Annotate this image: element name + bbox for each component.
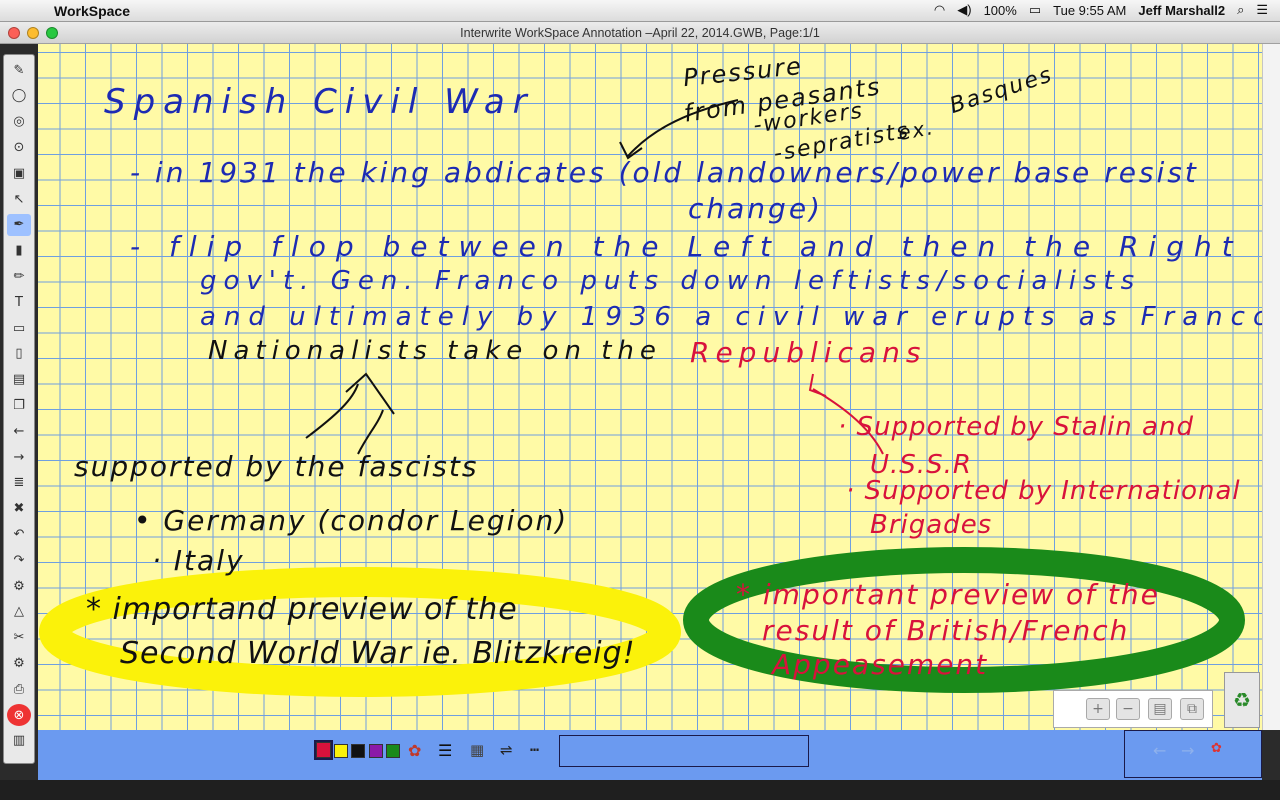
dash-style-icon[interactable]: ┅ bbox=[530, 741, 539, 759]
note-line-5a: Nationalists take on the bbox=[208, 336, 662, 366]
delete-icon[interactable]: ✖ bbox=[7, 498, 31, 520]
recycle-button[interactable]: ♻ bbox=[1224, 672, 1260, 728]
zoom-window-button[interactable] bbox=[46, 27, 58, 39]
red-note-line-1: · Supported by Stalin and bbox=[838, 412, 1194, 442]
tools-icon[interactable]: ✂ bbox=[7, 627, 31, 649]
shapes-icon[interactable]: △ bbox=[7, 601, 31, 623]
eraser-icon[interactable]: ▭ bbox=[7, 317, 31, 339]
note-line-1: - in 1931 the king abdicates (old landow… bbox=[130, 156, 1199, 189]
note-line-1b: change) bbox=[688, 192, 823, 225]
color-swatch[interactable] bbox=[314, 740, 333, 760]
vertical-scrollbar[interactable] bbox=[1262, 44, 1280, 730]
page-options-icon[interactable]: ✿ bbox=[1211, 741, 1222, 756]
properties-icon[interactable]: ⚙ bbox=[7, 575, 31, 597]
duplicate-page-icon[interactable]: ❐ bbox=[7, 394, 31, 416]
wifi-icon[interactable]: ◠ bbox=[934, 2, 945, 18]
color-swatch[interactable] bbox=[333, 744, 348, 758]
color-swatch[interactable] bbox=[351, 744, 365, 758]
undo-icon[interactable]: ↶ bbox=[7, 523, 31, 545]
redo-icon[interactable]: ↷ bbox=[7, 549, 31, 571]
zoom-controls-panel: + − ▤ ⧉ bbox=[1053, 690, 1213, 728]
battery-icon[interactable]: ▭ bbox=[1029, 2, 1041, 18]
battery-percent[interactable]: 100% bbox=[984, 3, 1017, 18]
yellow-note-line-1: * importand preview of the bbox=[86, 592, 518, 627]
green-note-line-3: Appeasement bbox=[772, 648, 989, 681]
green-note-line-2: result of British/French bbox=[762, 614, 1130, 647]
color-picker-icon[interactable]: ✿ bbox=[408, 741, 421, 760]
back-arrow-icon[interactable]: ← bbox=[7, 420, 31, 442]
window-title: Interwrite WorkSpace Annotation –April 2… bbox=[460, 26, 820, 40]
note-germany: • Germany (condor Legion) bbox=[134, 504, 569, 537]
line-width-icon[interactable]: ☰ bbox=[438, 741, 452, 760]
window-title-bar: Interwrite WorkSpace Annotation –April 2… bbox=[0, 22, 1280, 44]
note-line-4: and ultimately by 1936 a civil war erupt… bbox=[200, 302, 1262, 332]
save-icon[interactable]: ▣ bbox=[7, 162, 31, 184]
marker-icon[interactable]: ✏ bbox=[7, 265, 31, 287]
note-fascists: supported by the fascists bbox=[74, 450, 479, 483]
print-icon[interactable]: ⎙ bbox=[7, 678, 31, 700]
minimize-window-button[interactable] bbox=[27, 27, 39, 39]
volume-icon[interactable]: ◀) bbox=[957, 2, 971, 18]
circle-down-icon[interactable]: ◎ bbox=[7, 111, 31, 133]
color-swatch[interactable] bbox=[386, 744, 400, 758]
arrow-to-nationalists bbox=[305, 383, 359, 439]
capture-icon[interactable]: ▥ bbox=[7, 730, 31, 752]
page-navigation-box: ← → ✿ bbox=[1124, 730, 1262, 778]
line-preview-box[interactable] bbox=[559, 735, 809, 767]
zoom-in-button[interactable]: + bbox=[1086, 698, 1110, 720]
app-menu[interactable]: WorkSpace bbox=[54, 3, 130, 19]
yellow-note-line-2: Second World War ie. Blitzkreig! bbox=[120, 636, 636, 671]
horizontal-scrollbar[interactable] bbox=[0, 780, 1280, 800]
user-menu[interactable]: Jeff Marshall2 bbox=[1138, 3, 1225, 18]
menu-bar: WorkSpace ◠ ◀) 100% ▭ Tue 9:55 AM Jeff M… bbox=[0, 0, 1280, 22]
pen-palette-icon[interactable]: ✎ bbox=[7, 59, 31, 81]
notification-center-icon[interactable]: ☰ bbox=[1256, 2, 1268, 18]
mouse-icon[interactable]: ⊙ bbox=[7, 136, 31, 158]
select-arrow-icon[interactable]: ↖ bbox=[7, 188, 31, 210]
color-swatch[interactable] bbox=[368, 744, 383, 758]
fill-icon[interactable]: ▦ bbox=[470, 741, 484, 759]
note-line-5b: Republicans bbox=[690, 336, 927, 369]
recycle-icon: ♻ bbox=[1233, 688, 1251, 712]
close-window-button[interactable] bbox=[8, 27, 20, 39]
next-page-arrow-icon[interactable]: → bbox=[1181, 741, 1194, 760]
page-list-icon[interactable]: ▤ bbox=[7, 369, 31, 391]
page-edit-icon[interactable]: ▤ bbox=[1148, 698, 1172, 720]
window-controls bbox=[8, 27, 58, 39]
pen-icon[interactable]: ✒ bbox=[7, 213, 31, 236]
list-icon[interactable]: ≣ bbox=[7, 472, 31, 494]
previous-page-arrow-icon[interactable]: ← bbox=[1153, 741, 1166, 760]
note-line-2: - flip flop between the Left and then th… bbox=[130, 230, 1262, 263]
line-style-icon[interactable]: ⇌ bbox=[500, 741, 513, 759]
red-note-line-3: · Supported by International bbox=[846, 476, 1241, 506]
highlighter-icon[interactable]: ▮ bbox=[7, 240, 31, 262]
left-toolbar: ✎ ◯ ◎ ⊙ ▣ ↖ ✒ ▮ ✏ T ▭ ▯ ▤ ❐ ← → ≣ ✖ ↶ ↷ ⚙ △ ✂ ⚙ ⎙ ⊗ ▥ bbox=[3, 54, 35, 764]
note-italy: · Italy bbox=[152, 544, 245, 577]
red-note-line-4: Brigades bbox=[870, 510, 993, 540]
annotation-canvas[interactable]: Spanish Civil War Pressure from peasants… bbox=[38, 44, 1262, 730]
text-recognition-icon[interactable]: T bbox=[7, 291, 31, 313]
clock[interactable]: Tue 9:55 AM bbox=[1053, 3, 1126, 18]
status-area: ◠ ◀) 100% ▭ Tue 9:55 AM Jeff Marshall2 ⌕… bbox=[934, 2, 1268, 18]
close-icon[interactable]: ⊗ bbox=[7, 704, 31, 726]
bottom-toolbar: ← → ✿ bbox=[38, 730, 1262, 780]
notes-title: Spanish Civil War bbox=[104, 82, 535, 122]
forward-arrow-icon[interactable]: → bbox=[7, 446, 31, 468]
spotlight-search-icon[interactable]: ⌕ bbox=[1237, 2, 1244, 18]
new-page-icon[interactable]: ▯ bbox=[7, 343, 31, 365]
circle-icon[interactable]: ◯ bbox=[7, 85, 31, 107]
green-note-line-1: * important preview of the bbox=[736, 578, 1160, 611]
copy-page-icon[interactable]: ⧉ bbox=[1180, 698, 1204, 720]
zoom-out-button[interactable]: − bbox=[1116, 698, 1140, 720]
settings-icon[interactable]: ⚙ bbox=[7, 652, 31, 674]
note-line-3: gov't. Gen. Franco puts down leftists/so… bbox=[200, 266, 1142, 296]
